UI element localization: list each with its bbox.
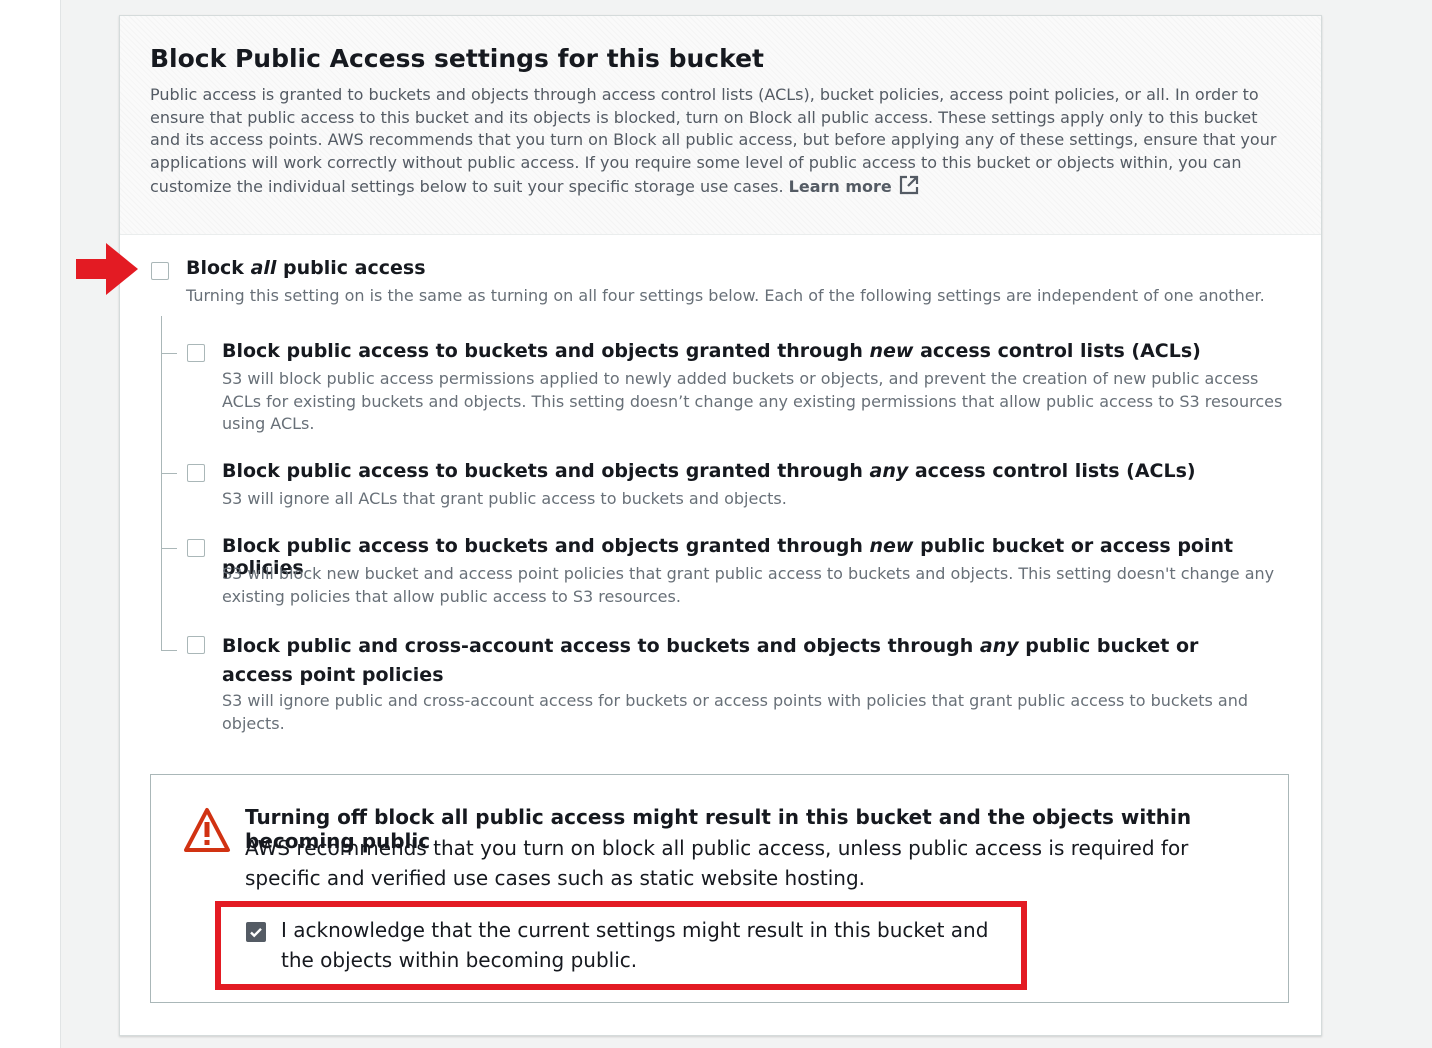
block-all-public-access-description: Turning this setting on is the same as t… <box>186 286 1265 305</box>
block-any-acls-checkbox[interactable] <box>187 464 205 482</box>
settings-tree-line <box>161 316 162 651</box>
page-title: Block Public Access settings for this bu… <box>150 44 764 73</box>
block-new-acls-description: S3 will block public access permissions … <box>222 369 1283 433</box>
warning-triangle-icon <box>184 808 230 852</box>
block-new-acls-checkbox[interactable] <box>187 344 205 362</box>
tree-branch <box>161 473 177 474</box>
panel-description: Public access is granted to buckets and … <box>150 84 1290 199</box>
acknowledge-checkbox[interactable] <box>246 922 266 942</box>
block-any-acls-description: S3 will ignore all ACLs that grant publi… <box>222 489 787 508</box>
tree-branch <box>161 650 177 651</box>
block-new-policies-checkbox[interactable] <box>187 539 205 557</box>
tree-branch <box>161 548 177 549</box>
red-arrow-icon <box>76 243 138 295</box>
left-sidebar-strip <box>0 0 61 1048</box>
block-all-public-access-checkbox[interactable] <box>151 262 169 280</box>
warning-description: AWS recommends that you turn on block al… <box>245 836 1189 890</box>
block-public-access-panel: Block Public Access settings for this bu… <box>76 15 1322 1036</box>
checkmark-icon <box>250 927 262 938</box>
block-new-policies-description: S3 will block new bucket and access poin… <box>222 564 1275 606</box>
block-any-policies-description: S3 will ignore public and cross-account … <box>222 691 1249 733</box>
block-new-acls-label[interactable]: Block public access to buckets and objec… <box>222 340 1302 362</box>
block-any-acls-label[interactable]: Block public access to buckets and objec… <box>222 460 1302 482</box>
panel-header: Block Public Access settings for this bu… <box>120 16 1321 235</box>
block-any-policies-checkbox[interactable] <box>187 636 205 654</box>
external-link-icon[interactable] <box>898 174 920 196</box>
acknowledge-label[interactable]: I acknowledge that the current settings … <box>281 915 1011 975</box>
block-all-public-access-label[interactable]: Block all public access <box>186 257 426 279</box>
description-text: Public access is granted to buckets and … <box>150 85 1277 196</box>
block-any-policies-label[interactable]: Block public and cross-account access to… <box>222 632 1262 690</box>
learn-more-link[interactable]: Learn more <box>789 177 892 196</box>
public-access-warning-alert: Turning off block all public access migh… <box>150 774 1289 1003</box>
tree-branch <box>161 353 177 354</box>
